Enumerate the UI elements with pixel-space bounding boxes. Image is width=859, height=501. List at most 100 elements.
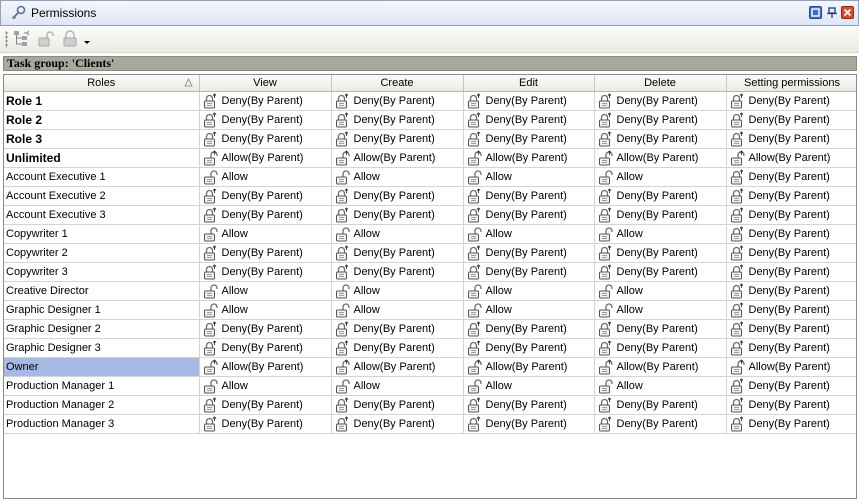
permission-cell-create[interactable]: Deny(By Parent) [331,110,464,130]
table-row[interactable]: Copywriter 1 Allow Allow Allow Allow Deny(By … [4,224,856,244]
role-name-cell[interactable]: Account Executive 2 [4,186,200,206]
permission-cell-edit[interactable]: Allow(By Parent) [463,357,595,377]
permission-cell-create[interactable]: Allow(By Parent) [331,357,464,377]
table-row[interactable]: Graphic Designer 2 Deny(By Parent) Deny(By… [4,319,856,339]
permission-cell-edit[interactable]: Deny(By Parent) [463,319,595,339]
permission-cell-view[interactable]: Allow [199,281,332,301]
permission-cell-create[interactable]: Deny(By Parent) [331,338,464,358]
column-header-create[interactable]: Create [331,75,464,92]
permission-cell-create[interactable]: Allow [331,300,464,320]
permission-cell-setting-permissions[interactable]: Deny(By Parent) [726,129,856,149]
permission-cell-create[interactable]: Allow [331,167,464,187]
lock-button[interactable] [60,29,80,49]
permission-cell-setting-permissions[interactable]: Deny(By Parent) [726,262,856,282]
permission-cell-setting-permissions[interactable]: Deny(By Parent) [726,338,856,358]
permission-cell-edit[interactable]: Allow [463,300,595,320]
permission-cell-create[interactable]: Allow(By Parent) [331,148,464,168]
role-name-cell[interactable]: Copywriter 3 [4,262,200,282]
permission-cell-edit[interactable]: Deny(By Parent) [463,262,595,282]
permission-cell-delete[interactable]: Deny(By Parent) [594,262,727,282]
permission-cell-view[interactable]: Allow(By Parent) [199,357,332,377]
role-name-cell[interactable]: Role 1 [4,91,200,111]
table-row[interactable]: Copywriter 3 Deny(By Parent) Deny(By Paren… [4,262,856,282]
role-name-cell[interactable]: Production Manager 1 [4,376,200,396]
role-name-cell[interactable]: Production Manager 2 [4,395,200,415]
unlock-button[interactable] [36,29,56,49]
permission-cell-delete[interactable]: Allow [594,281,727,301]
permission-cell-create[interactable]: Allow [331,224,464,244]
role-name-cell[interactable]: Graphic Designer 1 [4,300,200,320]
permission-cell-view[interactable]: Deny(By Parent) [199,338,332,358]
permission-cell-delete[interactable]: Deny(By Parent) [594,414,727,434]
permission-cell-view[interactable]: Allow [199,224,332,244]
role-name-cell[interactable]: Owner [4,357,200,377]
permission-cell-view[interactable]: Allow [199,300,332,320]
permission-cell-edit[interactable]: Allow [463,167,595,187]
pin-button[interactable] [825,6,838,19]
table-row[interactable]: Unlimited Allow(By Parent) Allow(By Parent… [4,148,856,168]
table-row[interactable]: Account Executive 3 Deny(By Parent) Deny(B… [4,205,856,225]
permission-cell-delete[interactable]: Deny(By Parent) [594,243,727,263]
permission-cell-delete[interactable]: Deny(By Parent) [594,91,727,111]
permission-cell-view[interactable]: Deny(By Parent) [199,110,332,130]
role-name-cell[interactable]: Copywriter 1 [4,224,200,244]
permission-cell-view[interactable]: Allow [199,167,332,187]
permission-cell-setting-permissions[interactable]: Deny(By Parent) [726,319,856,339]
role-name-cell[interactable]: Creative Director [4,281,200,301]
permission-cell-delete[interactable]: Allow [594,376,727,396]
column-header-edit[interactable]: Edit [463,75,595,92]
permission-cell-view[interactable]: Deny(By Parent) [199,243,332,263]
permission-cell-setting-permissions[interactable]: Deny(By Parent) [726,300,856,320]
permission-cell-delete[interactable]: Deny(By Parent) [594,129,727,149]
permission-cell-create[interactable]: Deny(By Parent) [331,91,464,111]
table-row[interactable]: Owner Allow(By Parent) Allow(By Parent) All… [4,357,856,377]
tree-view-button[interactable] [12,29,32,49]
permission-cell-delete[interactable]: Deny(By Parent) [594,205,727,225]
permission-cell-edit[interactable]: Deny(By Parent) [463,395,595,415]
close-button[interactable] [841,6,854,19]
table-row[interactable]: Production Manager 1 Allow Allow Allow Allow… [4,376,856,396]
permission-cell-delete[interactable]: Allow [594,224,727,244]
role-name-cell[interactable]: Account Executive 1 [4,167,200,187]
permission-cell-setting-permissions[interactable]: Deny(By Parent) [726,186,856,206]
permission-cell-edit[interactable]: Allow(By Parent) [463,148,595,168]
permission-cell-edit[interactable]: Deny(By Parent) [463,110,595,130]
role-name-cell[interactable]: Account Executive 3 [4,205,200,225]
permission-cell-create[interactable]: Allow [331,376,464,396]
toolbar-dropdown[interactable] [82,29,92,49]
permission-cell-setting-permissions[interactable]: Deny(By Parent) [726,395,856,415]
permission-cell-view[interactable]: Allow [199,376,332,396]
permission-cell-view[interactable]: Deny(By Parent) [199,319,332,339]
permission-cell-setting-permissions[interactable]: Deny(By Parent) [726,224,856,244]
permission-cell-setting-permissions[interactable]: Deny(By Parent) [726,243,856,263]
role-name-cell[interactable]: Role 2 [4,110,200,130]
table-row[interactable]: Production Manager 2 Deny(By Parent) Deny(… [4,395,856,415]
permission-cell-create[interactable]: Allow [331,281,464,301]
role-name-cell[interactable]: Copywriter 2 [4,243,200,263]
permission-cell-delete[interactable]: Allow [594,167,727,187]
permission-cell-setting-permissions[interactable]: Deny(By Parent) [726,205,856,225]
permission-cell-setting-permissions[interactable]: Deny(By Parent) [726,167,856,187]
permission-cell-setting-permissions[interactable]: Deny(By Parent) [726,376,856,396]
table-row[interactable]: Production Manager 3 Deny(By Parent) Deny(… [4,414,856,434]
permission-cell-create[interactable]: Deny(By Parent) [331,186,464,206]
table-row[interactable]: Account Executive 2 Deny(By Parent) Deny(B… [4,186,856,206]
permission-cell-delete[interactable]: Allow(By Parent) [594,148,727,168]
permission-cell-create[interactable]: Deny(By Parent) [331,414,464,434]
table-row[interactable]: Role 3 Deny(By Parent) Deny(By Parent) Deny… [4,129,856,149]
permission-cell-create[interactable]: Deny(By Parent) [331,319,464,339]
permission-cell-view[interactable]: Deny(By Parent) [199,129,332,149]
permission-cell-view[interactable]: Deny(By Parent) [199,395,332,415]
permission-cell-delete[interactable]: Deny(By Parent) [594,338,727,358]
column-header-delete[interactable]: Delete [594,75,727,92]
permission-cell-create[interactable]: Deny(By Parent) [331,243,464,263]
permission-cell-create[interactable]: Deny(By Parent) [331,129,464,149]
column-header-roles[interactable]: Roles [4,75,200,92]
permission-cell-view[interactable]: Deny(By Parent) [199,186,332,206]
permission-cell-view[interactable]: Deny(By Parent) [199,414,332,434]
table-row[interactable]: Graphic Designer 1 Allow Allow Allow Allow De… [4,300,856,320]
permission-cell-delete[interactable]: Deny(By Parent) [594,186,727,206]
permission-cell-delete[interactable]: Allow(By Parent) [594,357,727,377]
permission-cell-edit[interactable]: Deny(By Parent) [463,243,595,263]
permission-cell-edit[interactable]: Deny(By Parent) [463,186,595,206]
